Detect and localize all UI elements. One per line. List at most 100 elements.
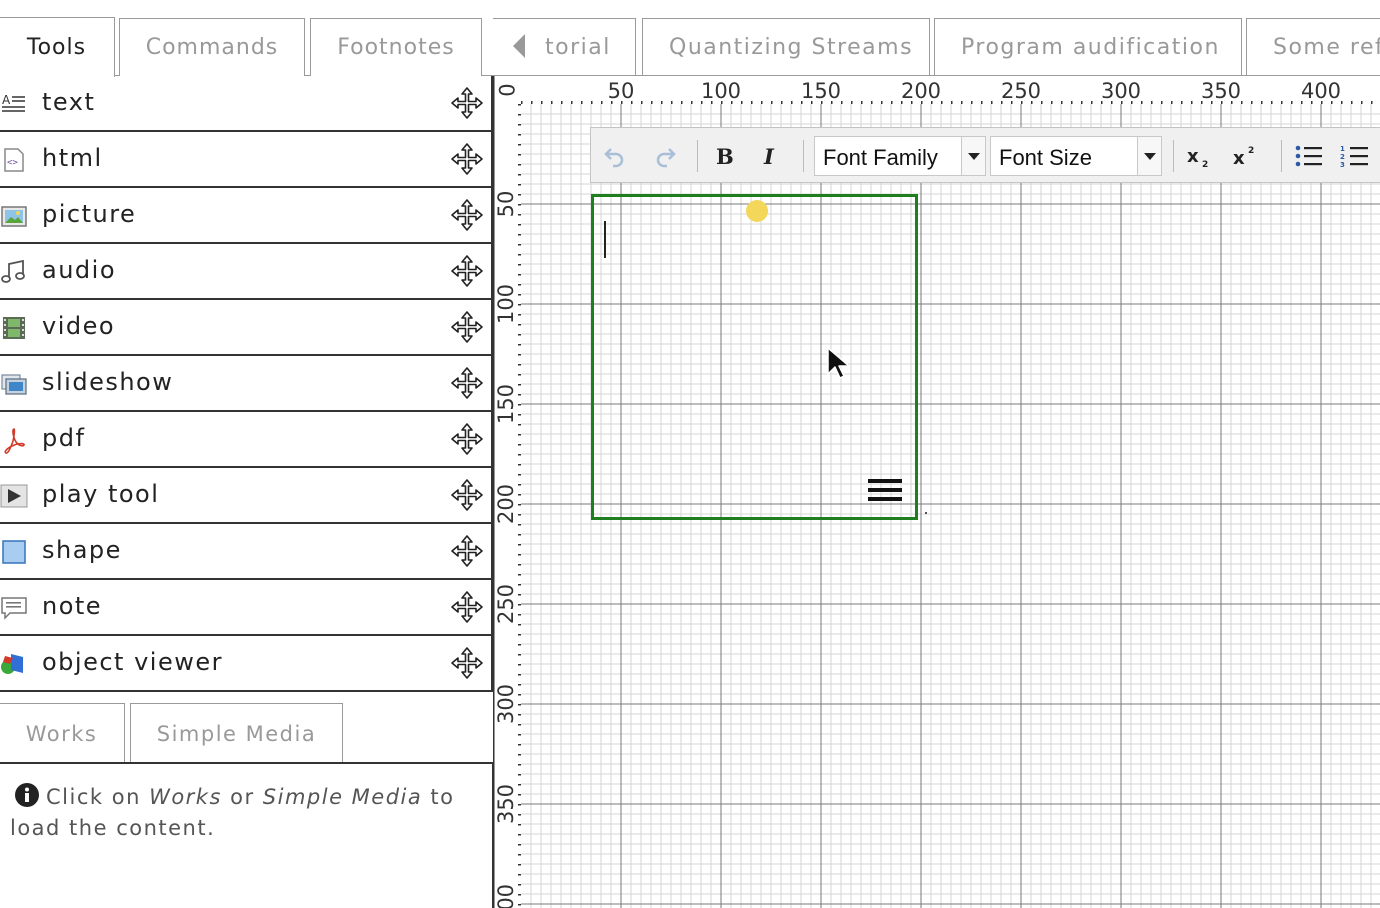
subscript-button[interactable]: x 2 — [1185, 140, 1217, 172]
ruler-y-label: 200 — [494, 484, 518, 524]
ruler-tick — [1061, 101, 1063, 104]
move-handle-icon[interactable] — [450, 86, 484, 120]
ruler-tick — [851, 101, 853, 104]
toolbar-separator — [1281, 140, 1282, 172]
move-handle-icon[interactable] — [450, 198, 484, 232]
ruler-tick — [518, 474, 521, 476]
ruler-tick — [518, 794, 521, 796]
tool-label-play-tool: play tool — [42, 480, 160, 508]
ruler-x-label: 350 — [1201, 79, 1241, 103]
ruler-y-label: 250 — [494, 584, 518, 624]
move-handle-icon[interactable] — [450, 366, 484, 400]
subscript-icon: x 2 — [1187, 146, 1208, 169]
tool-item-shape[interactable]: shape — [0, 524, 491, 580]
tab-tools[interactable]: Tools — [0, 17, 115, 77]
bold-icon: B — [716, 144, 734, 169]
tool-item-html[interactable]: <> html — [0, 132, 491, 188]
ruler-tick — [518, 774, 521, 776]
ruler-tick — [518, 874, 521, 876]
text-element-box[interactable] — [591, 194, 918, 520]
chevron-down-icon[interactable] — [1137, 137, 1161, 175]
hamburger-menu-icon[interactable] — [866, 475, 904, 505]
ruler-tick — [951, 101, 953, 104]
move-handle-icon[interactable] — [450, 646, 484, 680]
move-handle-icon[interactable] — [450, 422, 484, 456]
ruler-tick — [518, 394, 521, 396]
tab-footnotes-label: Footnotes — [337, 35, 455, 60]
ruler-tick — [518, 264, 521, 266]
tab-simple-media[interactable]: Simple Media — [130, 703, 343, 763]
move-handle-icon[interactable] — [450, 590, 484, 624]
content-tab-bar: Works Simple Media — [0, 703, 493, 763]
ruler-tick — [1161, 101, 1163, 104]
layout-canvas[interactable]: 0 50 100 150 200 250 300 350 400 50 100 150 200 250 30… — [493, 76, 1380, 908]
ruler-tick — [891, 101, 893, 104]
superscript-button[interactable]: x 2 — [1231, 140, 1263, 172]
tab-program-audification-label: Program audification — [961, 35, 1220, 60]
tab-footnotes[interactable]: Footnotes — [310, 18, 482, 76]
tool-item-audio[interactable]: audio — [0, 244, 491, 300]
ruler-tick — [518, 194, 521, 196]
toolbar-separator — [803, 140, 804, 172]
ruler-x-label: 300 — [1101, 79, 1141, 103]
rotate-handle[interactable] — [746, 200, 768, 222]
ruler-x-label: 100 — [701, 79, 741, 103]
font-family-select[interactable]: Font Family — [814, 136, 986, 176]
tool-label-object-viewer: object viewer — [42, 648, 223, 676]
tool-label-picture: picture — [42, 200, 137, 228]
tool-item-text[interactable]: A text — [0, 76, 491, 132]
tab-some-ref[interactable]: Some ref — [1246, 18, 1380, 76]
tool-item-play-tool[interactable]: play tool — [0, 468, 491, 524]
undo-button[interactable] — [599, 140, 631, 172]
ruler-tick — [518, 744, 521, 746]
numbered-list-button[interactable]: 123 — [1339, 140, 1371, 172]
ruler-tick — [518, 554, 521, 556]
ruler-tick — [518, 624, 521, 626]
scroll-left-icon[interactable] — [511, 32, 527, 60]
tab-quantizing-streams[interactable]: Quantizing Streams — [642, 18, 930, 76]
ruler-tick — [518, 494, 521, 496]
ruler-x-label: 50 — [608, 79, 635, 103]
tool-label-shape: shape — [42, 536, 122, 564]
ruler-tick — [518, 804, 521, 806]
redo-button[interactable] — [649, 140, 681, 172]
svg-text:x: x — [1233, 148, 1245, 169]
info-or: or — [230, 785, 255, 809]
move-handle-icon[interactable] — [450, 254, 484, 288]
move-handle-icon[interactable] — [450, 310, 484, 344]
svg-text:A: A — [2, 93, 11, 107]
ruler-tick — [571, 101, 573, 104]
ruler-tick — [518, 294, 521, 296]
resize-handle[interactable] — [925, 512, 927, 514]
ruler-tick — [1171, 101, 1173, 104]
bullet-list-button[interactable] — [1293, 140, 1325, 172]
tab-works[interactable]: Works — [0, 703, 125, 763]
tab-program-audification[interactable]: Program audification — [934, 18, 1242, 76]
pdf-icon — [4, 428, 25, 454]
ruler-tick — [518, 564, 521, 566]
ruler-tick — [518, 544, 521, 546]
ruler-tick — [518, 444, 521, 446]
ruler-tick — [518, 114, 521, 116]
ruler-tick — [518, 784, 521, 786]
ruler-tick — [791, 101, 793, 104]
italic-button[interactable]: I — [755, 140, 787, 172]
tab-commands[interactable]: Commands — [119, 18, 305, 76]
tool-item-picture[interactable]: picture — [0, 188, 491, 244]
tool-item-slideshow[interactable]: slideshow — [0, 356, 491, 412]
text-icon: A — [2, 93, 25, 112]
chevron-down-icon[interactable] — [961, 137, 985, 175]
move-handle-icon[interactable] — [450, 534, 484, 568]
superscript-icon: x 2 — [1233, 146, 1254, 169]
tool-item-video[interactable]: video — [0, 300, 491, 356]
tool-item-note[interactable]: note — [0, 580, 491, 636]
ruler-x-label: 150 — [801, 79, 841, 103]
bold-button[interactable]: B — [709, 140, 741, 172]
font-size-select[interactable]: Font Size — [990, 136, 1162, 176]
move-handle-icon[interactable] — [450, 478, 484, 512]
svg-text:B: B — [716, 144, 734, 169]
move-handle-icon[interactable] — [450, 142, 484, 176]
ruler-tick — [1141, 101, 1143, 104]
tool-item-pdf[interactable]: pdf — [0, 412, 491, 468]
tool-item-object-viewer[interactable]: object viewer — [0, 636, 491, 692]
